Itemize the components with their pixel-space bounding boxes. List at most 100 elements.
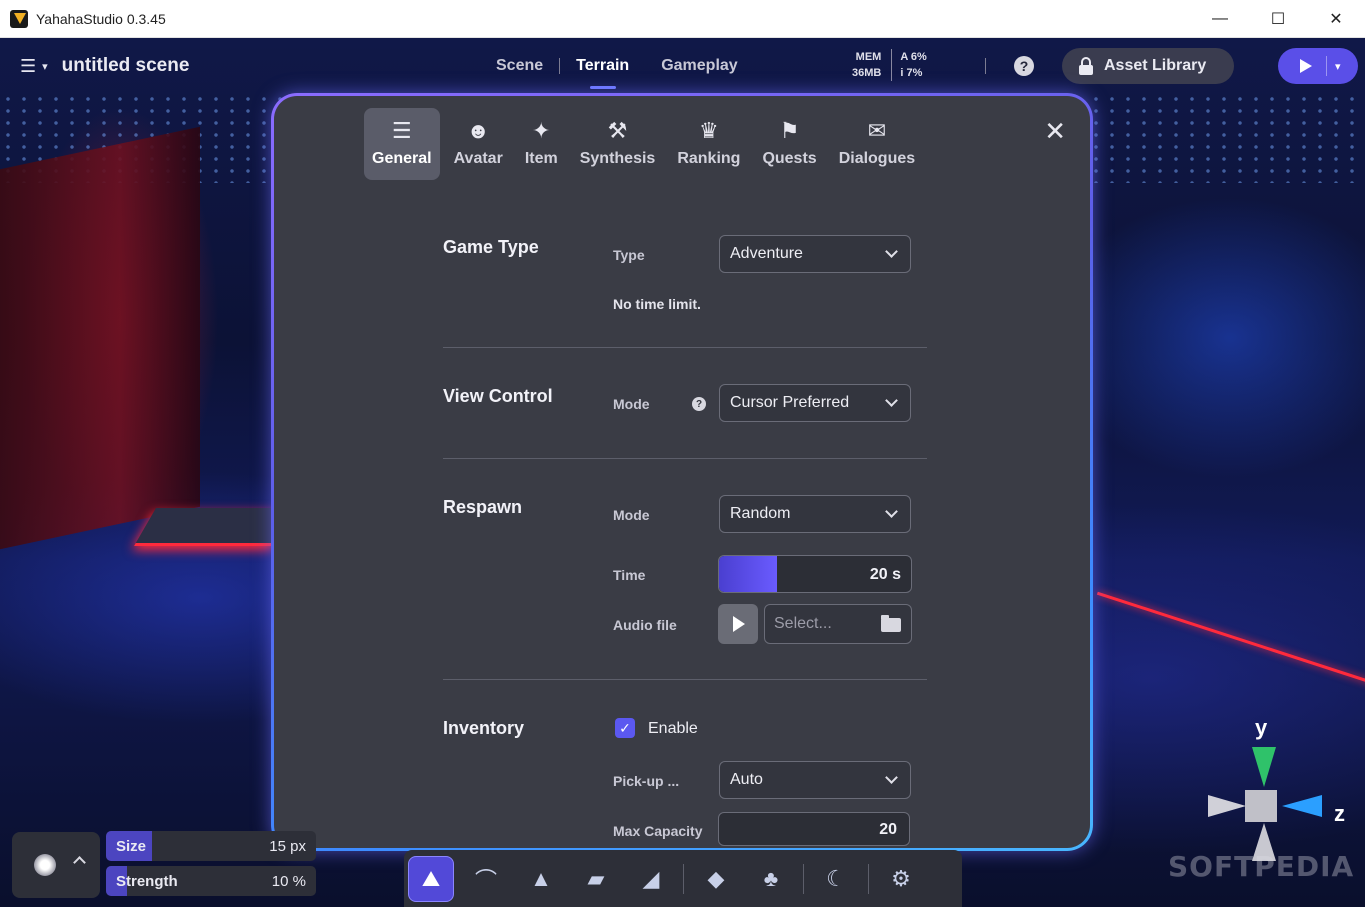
respawn-time-slider[interactable]: 20 s: [718, 555, 912, 593]
audio-play-button[interactable]: [718, 604, 758, 644]
respawn-time-label: Time: [613, 567, 646, 583]
minimize-button[interactable]: —: [1191, 0, 1249, 38]
scene-red-wall: [0, 126, 200, 550]
stat-i-value: i 7%: [900, 67, 923, 79]
game-type-hint: No time limit.: [613, 296, 701, 312]
brush-preview-icon[interactable]: [34, 854, 56, 876]
game-type-select[interactable]: Adventure: [719, 235, 911, 273]
toolbar-divider: [803, 863, 804, 894]
slope-terrain-icon[interactable]: ◢: [628, 856, 674, 902]
asset-library-label: Asset Library: [1104, 57, 1207, 74]
maximize-button[interactable]: ☐: [1249, 0, 1307, 38]
help-icon[interactable]: ?: [692, 397, 706, 411]
audio-file-label: Audio file: [613, 617, 677, 633]
flatten-terrain-icon[interactable]: ▰: [573, 856, 619, 902]
topbar-divider: [985, 58, 986, 74]
orientation-gizmo[interactable]: y z: [1200, 715, 1360, 865]
editor-topbar: ☰ ▾ untitled scene Scene Terrain Gamepla…: [0, 38, 1365, 94]
tab-gameplay[interactable]: Gameplay: [645, 57, 753, 75]
close-window-button[interactable]: ✕: [1307, 0, 1365, 38]
slider-fill: [719, 556, 777, 592]
close-modal-button[interactable]: ✕: [1044, 118, 1066, 144]
terrain-toolbar: ⛰ ⌒ ▲ ▰ ◢ ◆ ♣ ☾ ⚙: [404, 850, 962, 907]
asset-library-button[interactable]: Asset Library: [1062, 48, 1234, 84]
gizmo-y-label: y: [1255, 715, 1268, 740]
inventory-enable-checkbox[interactable]: ✓: [615, 718, 635, 738]
tab-general[interactable]: ☰ General: [364, 108, 440, 180]
chevron-down-icon[interactable]: ▾: [1335, 60, 1341, 73]
audio-file-placeholder: Select...: [774, 615, 832, 632]
tab-quests[interactable]: ⚑ Quests: [754, 108, 824, 180]
play-button[interactable]: ▾: [1278, 48, 1358, 84]
section-game-type-title: Game Type: [443, 237, 539, 257]
section-view-control-title: View Control: [443, 386, 553, 406]
pickup-value: Auto: [730, 771, 763, 788]
gizmo-x-axis[interactable]: [1208, 795, 1246, 817]
softpedia-watermark: SOFTPEDIA: [1168, 850, 1355, 883]
pickup-select[interactable]: Auto: [719, 761, 911, 799]
raise-terrain-icon[interactable]: ⛰: [408, 855, 454, 902]
view-mode-value: Cursor Preferred: [730, 394, 850, 411]
peak-terrain-icon[interactable]: ▲: [518, 856, 564, 902]
hamburger-icon: ☰: [20, 55, 37, 76]
hammer-icon: ⚒: [607, 118, 628, 143]
game-type-value: Adventure: [730, 245, 803, 262]
main-menu-button[interactable]: ☰ ▾: [20, 56, 48, 77]
section-divider: [443, 347, 927, 348]
chevron-up-icon[interactable]: [73, 856, 86, 869]
gizmo-y-axis[interactable]: [1252, 747, 1276, 787]
tree-icon[interactable]: ♣: [748, 856, 794, 902]
gizmo-z-label: z: [1334, 801, 1345, 826]
lock-icon: [1079, 57, 1093, 75]
tab-synthesis-label: Synthesis: [579, 150, 656, 167]
tab-dialogues[interactable]: ✉ Dialogues: [831, 108, 923, 180]
window-titlebar: YahahaStudio 0.3.45 — ☐ ✕: [0, 0, 1365, 38]
modal-tabs: ☰ General ☻ Avatar ✦ Item ⚒ Synthesis ♛ …: [364, 108, 929, 180]
brush-size-slider[interactable]: Size 15 px: [106, 831, 316, 861]
wave-night-icon[interactable]: ☾: [813, 856, 859, 902]
settings-modal: ☰ General ☻ Avatar ✦ Item ⚒ Synthesis ♛ …: [274, 96, 1090, 848]
tab-quests-label: Quests: [762, 150, 817, 167]
gizmo-z-axis[interactable]: [1282, 795, 1322, 817]
respawn-mode-value: Random: [730, 505, 791, 522]
max-capacity-input[interactable]: 20: [718, 812, 910, 846]
chevron-down-icon: [885, 245, 898, 258]
brush-size-value: 15 px: [269, 838, 306, 855]
toolbar-divider: [868, 863, 869, 894]
flag-icon: ⚑: [779, 118, 800, 143]
view-mode-label: Mode: [613, 396, 650, 412]
gizmo-center-cube[interactable]: [1245, 790, 1277, 822]
paint-terrain-icon[interactable]: ◆: [693, 856, 739, 902]
section-divider: [443, 679, 927, 680]
mem-label: MEM: [855, 51, 882, 63]
sliders-icon: ☰: [391, 118, 412, 143]
tab-general-label: General: [372, 150, 432, 167]
respawn-mode-select[interactable]: Random: [719, 495, 911, 533]
settings-terrain-icon[interactable]: ⚙: [878, 856, 924, 902]
tab-ranking[interactable]: ♛ Ranking: [669, 108, 748, 180]
play-divider: [1326, 56, 1327, 76]
tab-item[interactable]: ✦ Item: [517, 108, 566, 180]
tab-terrain[interactable]: Terrain: [560, 57, 645, 89]
tab-scene[interactable]: Scene: [480, 57, 559, 75]
brush-strength-slider[interactable]: Strength 10 %: [106, 866, 316, 896]
mode-tabs: Scene Terrain Gameplay: [480, 38, 754, 94]
brush-strength-label: Strength: [116, 873, 178, 890]
folder-icon[interactable]: [881, 615, 901, 632]
view-mode-select[interactable]: Cursor Preferred: [719, 384, 911, 422]
section-respawn-title: Respawn: [443, 497, 523, 517]
respawn-mode-label: Mode: [613, 507, 650, 523]
tab-avatar[interactable]: ☻ Avatar: [446, 108, 511, 180]
scene-title[interactable]: untitled scene: [62, 55, 190, 77]
brush-panel: [12, 832, 100, 898]
tab-avatar-label: Avatar: [453, 150, 503, 167]
smooth-terrain-icon[interactable]: ⌒: [463, 856, 509, 902]
window-title: YahahaStudio 0.3.45: [36, 10, 166, 27]
tab-synthesis[interactable]: ⚒ Synthesis: [572, 108, 664, 180]
help-button[interactable]: ?: [1014, 56, 1034, 76]
chevron-down-icon: [885, 394, 898, 407]
avatar-icon: ☻: [466, 118, 490, 143]
tab-ranking-label: Ranking: [677, 150, 741, 167]
audio-file-input[interactable]: Select...: [764, 604, 912, 644]
settings-modal-frame: ☰ General ☻ Avatar ✦ Item ⚒ Synthesis ♛ …: [271, 93, 1093, 851]
